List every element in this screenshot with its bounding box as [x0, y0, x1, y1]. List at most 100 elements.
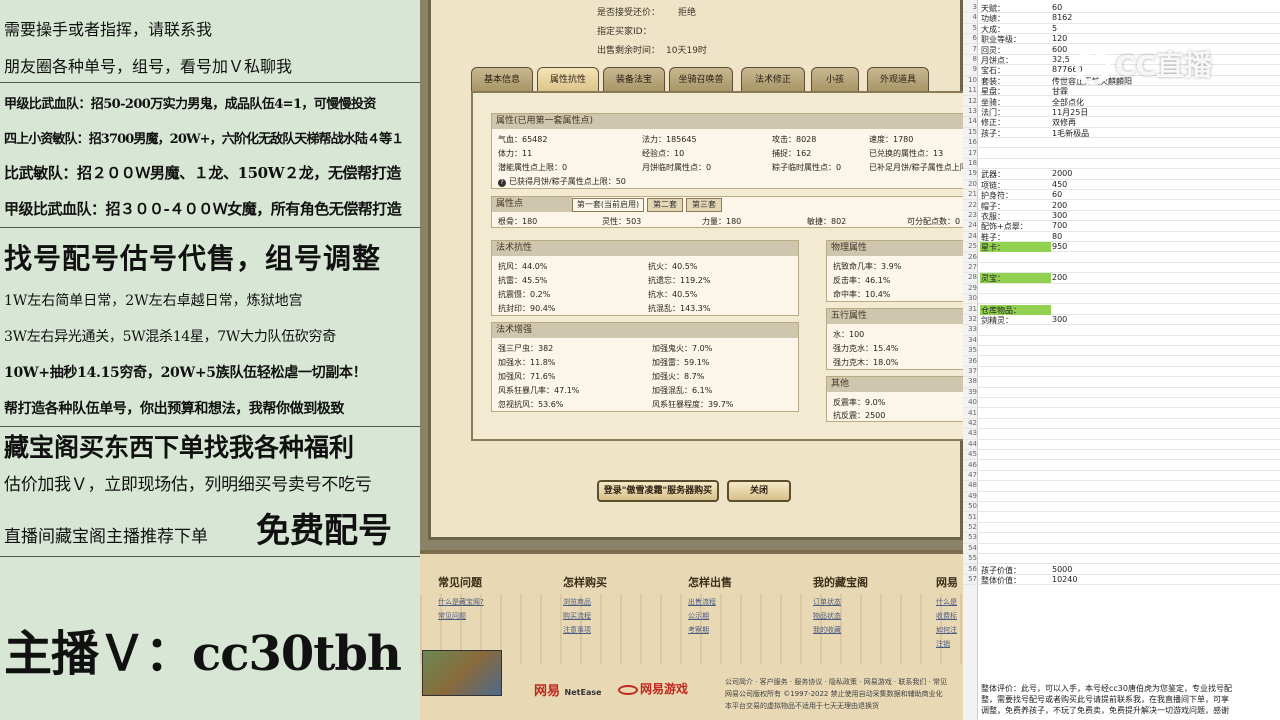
sheet-row[interactable]: 50 — [963, 502, 1280, 513]
cell-value[interactable]: 700 — [1052, 221, 1067, 230]
buy-button[interactable]: 登录"傲雪凌霜"服务器购买 — [597, 480, 719, 502]
cell-value[interactable]: 60 — [1052, 190, 1062, 199]
tab-equipment[interactable]: 装备法宝 — [603, 67, 665, 91]
cell-value[interactable]: 10240 — [1052, 575, 1077, 584]
cell-value[interactable]: 32,5 — [1052, 55, 1070, 64]
sheet-row[interactable]: 21 护身符： 60 — [963, 190, 1280, 201]
cell-label[interactable]: 鞋子： — [981, 232, 1005, 243]
sheet-row[interactable]: 24 配饰+点翠： 700 — [963, 221, 1280, 232]
cell-label[interactable]: 天赋： — [981, 3, 1005, 14]
sheet-row[interactable]: 26 — [963, 253, 1280, 263]
footer-link[interactable]: 购买流程 — [563, 611, 591, 621]
cell-label[interactable]: 配饰+点翠： — [981, 221, 1028, 232]
sheet-row[interactable]: 45 — [963, 450, 1280, 461]
sheet-row[interactable]: 27 — [963, 263, 1280, 274]
sheet-row[interactable]: 6 职业等级： 120 — [963, 34, 1280, 45]
sheet-row[interactable]: 34 — [963, 336, 1280, 347]
cell-label[interactable]: 星盘： — [981, 86, 1005, 97]
sheet-row[interactable]: 5 大成： 5 — [963, 24, 1280, 35]
sheet-row[interactable]: 29 — [963, 284, 1280, 295]
footer-link[interactable]: 浏览商品 — [563, 597, 591, 607]
sheet-row[interactable]: 47 — [963, 471, 1280, 482]
sheet-row[interactable]: 15 孩子： 1毛新极品 — [963, 128, 1280, 139]
tab-basic[interactable]: 基本信息 — [471, 67, 533, 91]
sheet-row[interactable]: 24 鞋子： 80 — [963, 232, 1280, 243]
cell-value[interactable]: 1毛新极品 — [1052, 128, 1089, 139]
footer-link[interactable]: 什么是藏宝阁? — [438, 597, 484, 607]
cell-label[interactable]: 衣服： — [981, 211, 1005, 222]
sheet-row[interactable]: 49 — [963, 492, 1280, 503]
cell-label[interactable]: 月饼点： — [981, 55, 1013, 66]
sheet-row[interactable]: 28 灵宝： 200 — [963, 273, 1280, 284]
points-subtab-1[interactable]: 第一套(当前启用) — [572, 198, 644, 212]
cell-value[interactable]: 300 — [1052, 211, 1067, 220]
sheet-row[interactable]: 41 — [963, 409, 1280, 419]
sheet-row[interactable]: 56 孩子价值： 5000 — [963, 565, 1280, 575]
sheet-row[interactable]: 18 — [963, 159, 1280, 170]
footer-link[interactable]: 注意事项 — [563, 625, 591, 635]
sheet-row[interactable]: 39 — [963, 388, 1280, 399]
cell-value[interactable]: 200 — [1052, 273, 1067, 282]
sheet-row[interactable]: 42 — [963, 419, 1280, 430]
cell-value[interactable]: 5 — [1052, 24, 1057, 33]
cell-value[interactable]: 120 — [1052, 34, 1067, 43]
sheet-row[interactable]: 17 — [963, 149, 1280, 159]
cell-label[interactable]: 职业等级： — [981, 34, 1021, 45]
cell-value[interactable]: 600 — [1052, 45, 1067, 54]
sheet-row[interactable]: 54 — [963, 544, 1280, 555]
sheet-row[interactable]: 46 — [963, 461, 1280, 471]
sheet-row[interactable]: 30 — [963, 294, 1280, 305]
points-subtab-3[interactable]: 第三套 — [686, 198, 722, 212]
footer-link[interactable]: 收费标 — [936, 611, 957, 621]
cell-label[interactable]: 功绩： — [981, 13, 1005, 24]
cell-label[interactable]: 项链： — [981, 180, 1005, 191]
sheet-row[interactable]: 25 星卡： 950 — [963, 242, 1280, 253]
sheet-row[interactable]: 43 — [963, 429, 1280, 440]
sheet-row[interactable]: 11 星盘： 甘霖 — [963, 86, 1280, 97]
sheet-row[interactable]: 16 — [963, 138, 1280, 149]
sheet-row[interactable]: 40 — [963, 398, 1280, 409]
cell-label[interactable]: 护身符： — [981, 190, 1013, 201]
footer-link[interactable]: 公示期 — [688, 611, 709, 621]
footer-link[interactable]: 什么是 — [936, 597, 957, 607]
cell-value[interactable]: 8162 — [1052, 13, 1072, 22]
cell-label[interactable]: 孩子： — [981, 128, 1005, 139]
footer-link[interactable]: 注销 — [936, 639, 950, 649]
cell-label[interactable]: 武器： — [981, 169, 1005, 180]
cell-value[interactable]: 甘霖 — [1052, 86, 1068, 97]
sheet-row[interactable]: 36 — [963, 357, 1280, 367]
cell-value[interactable]: 950 — [1052, 242, 1067, 251]
points-subtab-2[interactable]: 第二套 — [647, 198, 683, 212]
sheet-row[interactable]: 51 — [963, 513, 1280, 523]
cell-value[interactable]: 全部点化 — [1052, 97, 1084, 108]
sheet-row[interactable]: 57 整体价值： 10240 — [963, 575, 1280, 586]
sheet-row[interactable]: 20 项链： 450 — [963, 180, 1280, 191]
sheet-row[interactable]: 44 — [963, 440, 1280, 451]
sheet-row[interactable]: 3 天赋： 60 — [963, 3, 1280, 14]
sheet-row[interactable]: 13 法门： 11月25日 — [963, 107, 1280, 118]
footer-link[interactable]: 订单状态 — [813, 597, 841, 607]
close-button[interactable]: 关闭 — [727, 480, 791, 502]
cell-label[interactable]: 坐骑： — [981, 97, 1005, 108]
cell-label[interactable]: 套装： — [981, 76, 1005, 87]
cell-label[interactable]: 帽子： — [981, 201, 1005, 212]
sheet-row[interactable]: 52 — [963, 523, 1280, 534]
cell-label[interactable]: 宝石： — [981, 65, 1005, 76]
cell-label[interactable]: 剑精灵： — [981, 315, 1013, 326]
cell-label[interactable]: 星卡： — [981, 242, 1005, 253]
tab-child[interactable]: 小孩 — [811, 67, 859, 91]
footer-link[interactable]: 如何注 — [936, 625, 957, 635]
cell-value[interactable]: 80 — [1052, 232, 1062, 241]
sheet-row[interactable]: 4 功绩： 8162 — [963, 13, 1280, 24]
cell-label[interactable]: 法门： — [981, 107, 1005, 118]
cell-label[interactable]: 灵宝： — [981, 273, 1005, 284]
tab-attributes[interactable]: 属性抗性 — [537, 67, 599, 91]
sheet-row[interactable]: 22 帽子： 200 — [963, 201, 1280, 211]
footer-link[interactable]: 物品状态 — [813, 611, 841, 621]
sheet-row[interactable]: 32 剑精灵： 300 — [963, 315, 1280, 326]
tab-mounts-pets[interactable]: 坐骑召唤兽 — [669, 67, 733, 91]
cell-value[interactable]: 300 — [1052, 315, 1067, 324]
cell-value[interactable]: 60 — [1052, 3, 1062, 12]
cell-label[interactable]: 整体价值： — [981, 575, 1021, 586]
cell-value[interactable]: 11月25日 — [1052, 107, 1088, 118]
